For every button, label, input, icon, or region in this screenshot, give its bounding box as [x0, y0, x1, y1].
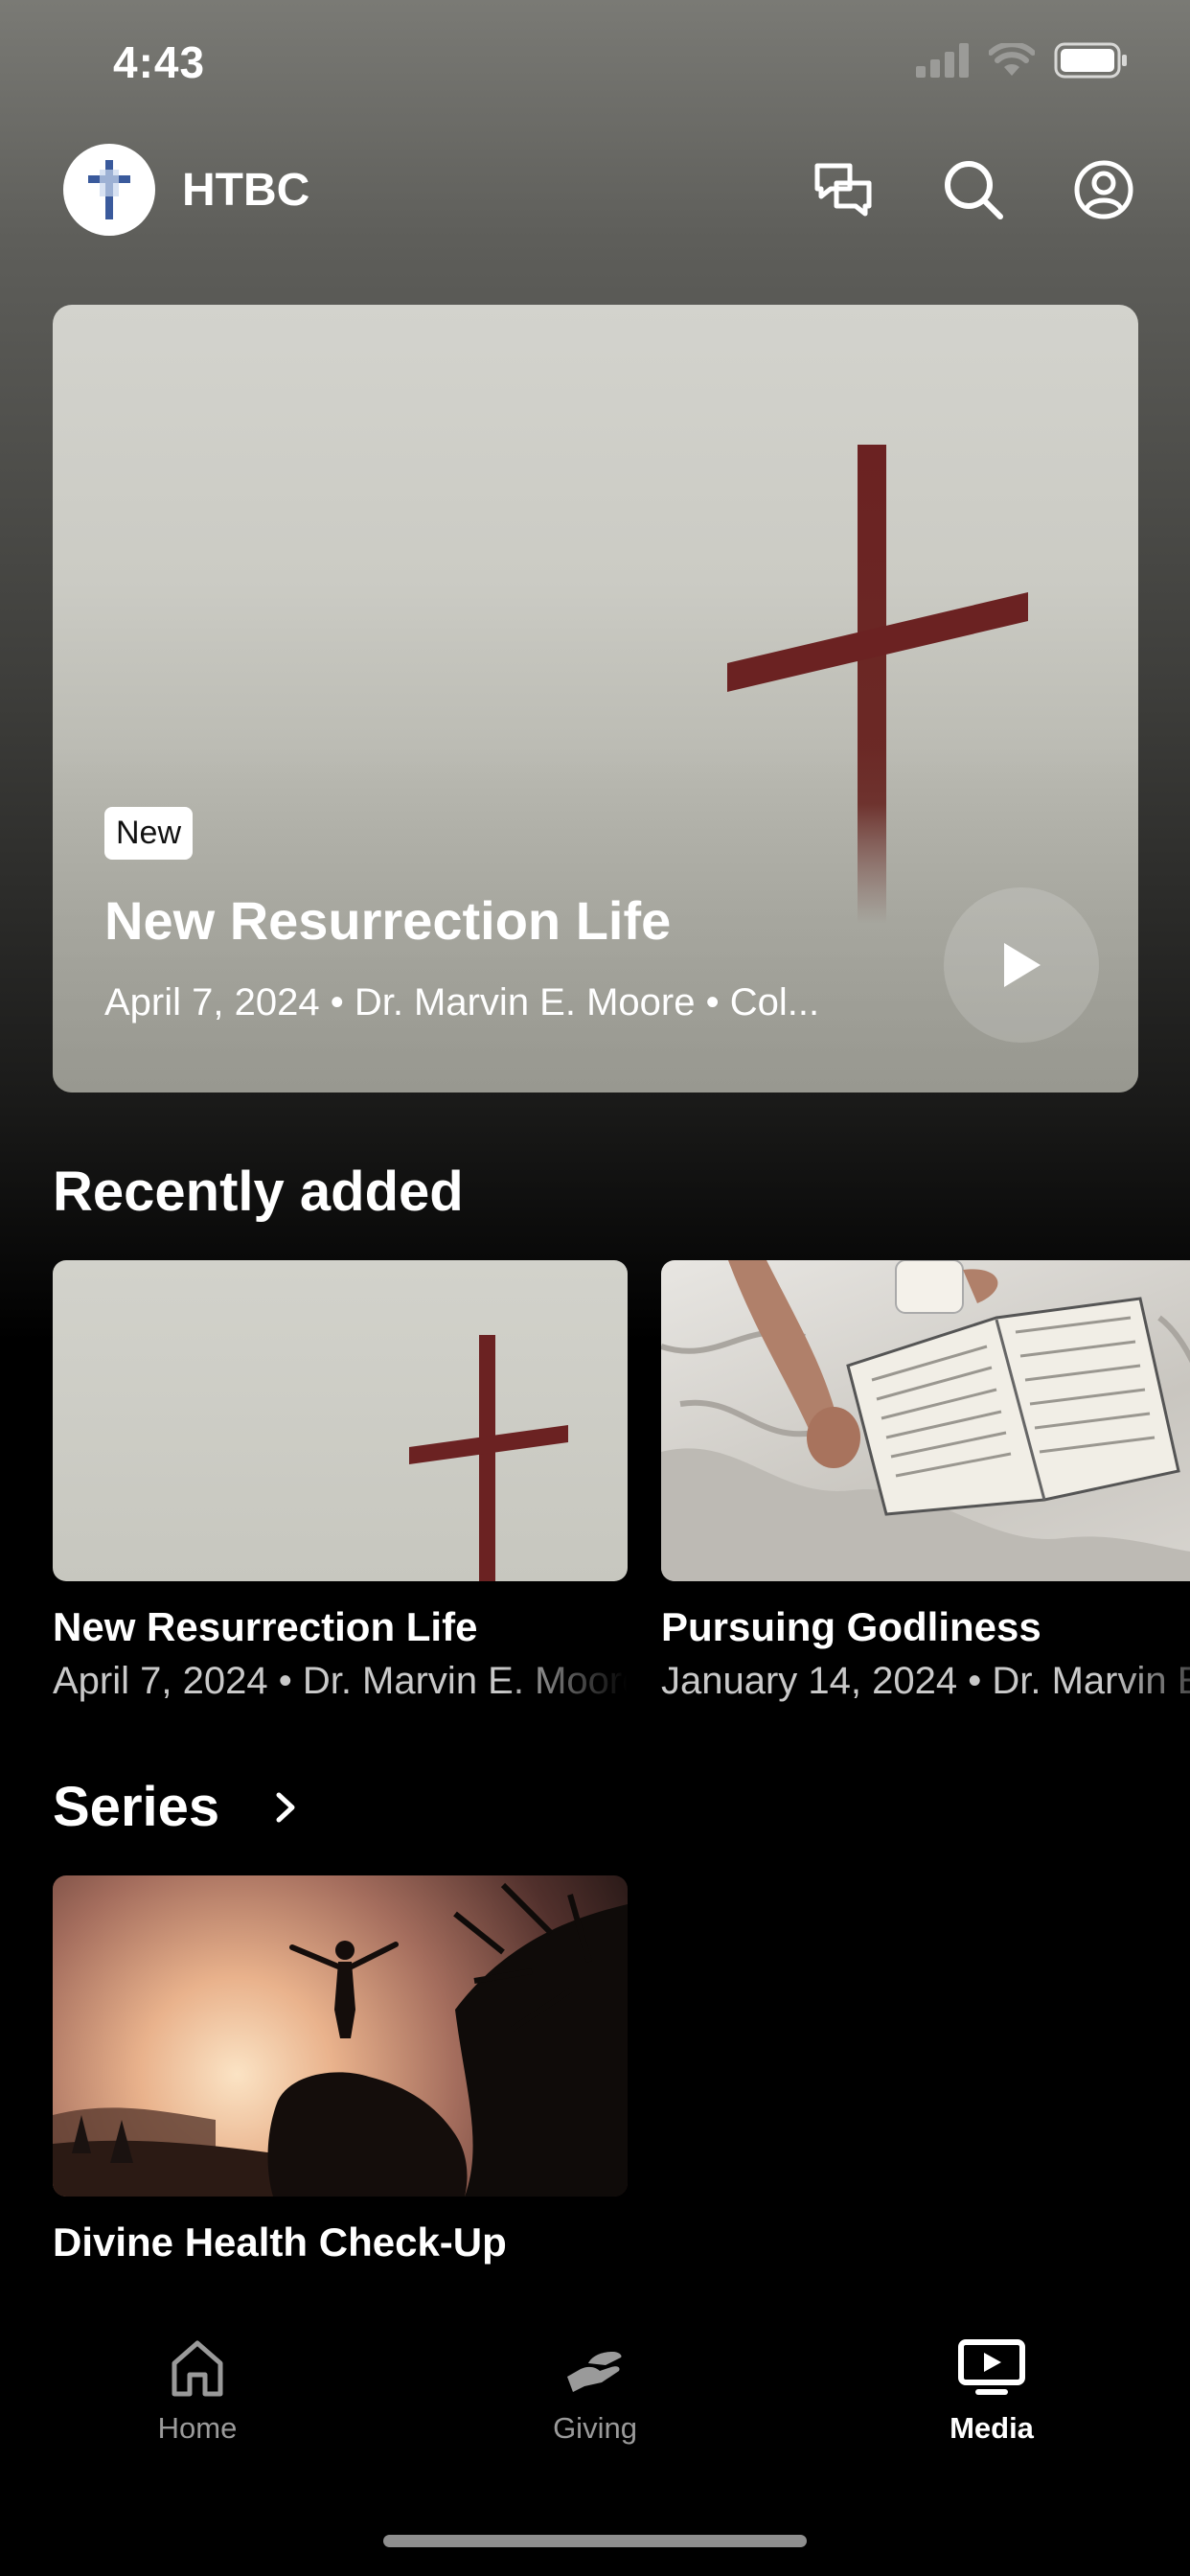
series-title: Series: [53, 1776, 220, 1838]
series-item[interactable]: Divine Health Check-Up: [53, 1875, 628, 2266]
chat-icon: [814, 163, 872, 217]
search-button[interactable]: [941, 157, 1006, 222]
play-button[interactable]: [944, 887, 1099, 1043]
status-icons: [916, 42, 1129, 79]
recent-item-meta: January 14, 2024 • Dr. Marvin E. Moore: [661, 1660, 1190, 1702]
home-icon: [172, 2340, 223, 2397]
chat-button[interactable]: [811, 157, 876, 222]
tab-giving-label: Giving: [553, 2411, 637, 2445]
battery-icon: [1054, 42, 1127, 79]
profile-button[interactable]: [1071, 157, 1136, 222]
status-time: 4:43: [113, 37, 206, 87]
cellular-signal-icon: [916, 43, 969, 78]
cross-logo-icon: [88, 160, 130, 219]
search-icon: [945, 161, 1003, 219]
series-item-thumbnail: [53, 1875, 628, 2196]
tab-media[interactable]: Media: [896, 2338, 1087, 2446]
header-actions: [811, 157, 1136, 222]
hero-title: New Resurrection Life: [104, 890, 672, 951]
recently-added-title: Recently added: [53, 1161, 464, 1223]
app-title: HTBC: [182, 164, 310, 216]
new-badge: New: [104, 807, 194, 860]
recent-item-title: New Resurrection Life: [53, 1604, 478, 1649]
home-indicator[interactable]: [383, 2535, 807, 2547]
recent-item[interactable]: New Resurrection Life April 7, 2024 • Dr…: [53, 1260, 628, 1703]
tab-giving[interactable]: Giving: [499, 2338, 691, 2446]
recent-item-title: Pursuing Godliness: [661, 1604, 1041, 1649]
cross-image: [409, 1335, 568, 1581]
giving-hand-icon: [567, 2352, 622, 2392]
chevron-right-icon: [276, 1792, 295, 1822]
hero-meta: April 7, 2024 • Dr. Marvin E. Moore • Co…: [104, 981, 820, 1024]
recent-item[interactable]: Pursuing Godliness January 14, 2024 • Dr…: [661, 1260, 1190, 1703]
bible-reading-image: [661, 1260, 1190, 1581]
media-tv-icon: [958, 2339, 1025, 2395]
series-header[interactable]: Series: [53, 1775, 298, 1839]
tab-home-label: Home: [157, 2411, 238, 2445]
tab-home[interactable]: Home: [102, 2338, 293, 2446]
tab-media-label: Media: [950, 2411, 1034, 2445]
series-item-title: Divine Health Check-Up: [53, 2220, 507, 2265]
wifi-icon: [989, 43, 1035, 76]
recent-item-thumbnail: [661, 1260, 1190, 1581]
cross-logo[interactable]: [63, 144, 155, 236]
app-header: HTBC: [63, 142, 1136, 238]
play-icon: [1004, 943, 1041, 987]
bottom-tab-bar: Home Giving Media: [0, 2338, 1190, 2472]
profile-icon: [1074, 160, 1133, 219]
featured-sermon-card[interactable]: New New Resurrection Life April 7, 2024 …: [53, 305, 1138, 1092]
recent-item-thumbnail: [53, 1260, 628, 1581]
recent-item-meta: April 7, 2024 • Dr. Marvin E. Moore: [53, 1660, 628, 1702]
sunset-silhouette-image: [53, 1882, 628, 2196]
